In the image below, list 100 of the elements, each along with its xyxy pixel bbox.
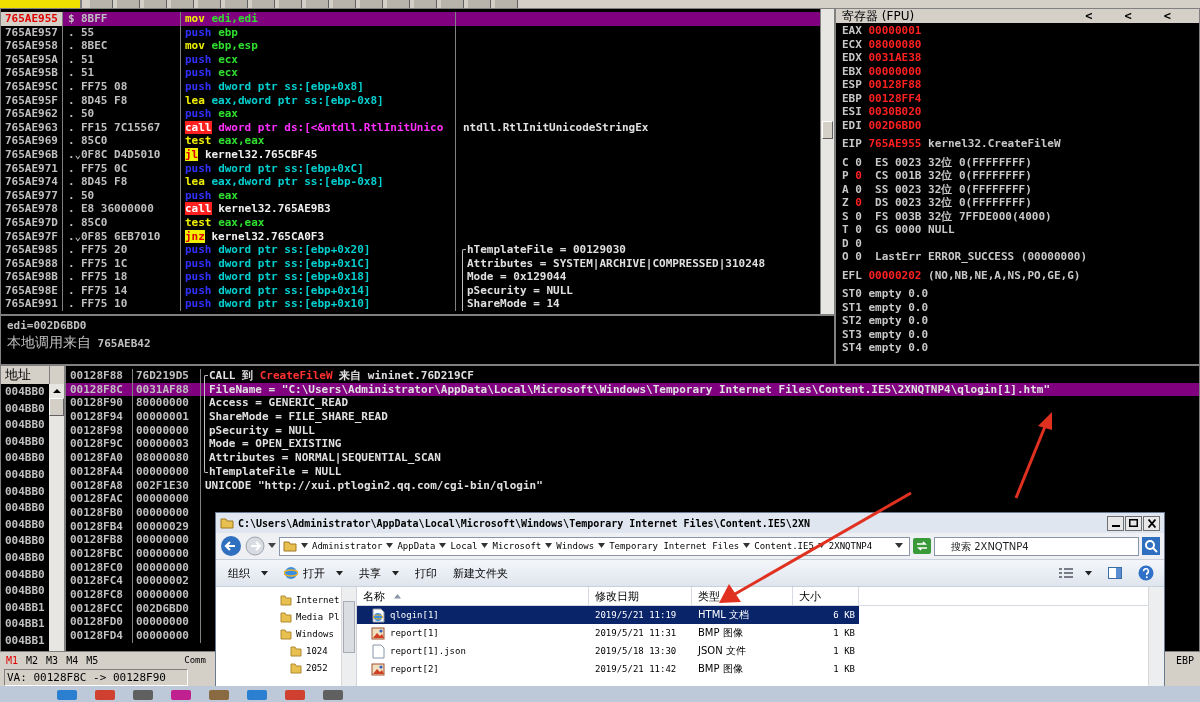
disassembly-row[interactable]: 765AE957 . 55 push ebp [1,25,820,40]
disassembly-row[interactable]: 765AE97F .⌄0F85 6EB7010 jnz kernel32.765CA0F3 [1,229,820,244]
toolbar-button[interactable]: 打印 [415,565,437,581]
file-row[interactable]: qlogin[1] 2019/5/21 11:19 HTML 文档 6 KB [357,606,859,624]
disassembly-row[interactable]: 765AE962 . 50 push eax [1,107,820,121]
address-text: 004BB0 [4,483,46,500]
search-field[interactable]: 搜索 2XNQTNP4 [934,536,1139,556]
stack-row[interactable]: 00128F88 76D219D5 CALL 到 CreateFileW 来自 wininet.76D219CF [66,369,1199,383]
stack-row[interactable]: 00128F98 00000000 pSecurity = NULL [66,423,1199,438]
memory-tab[interactable]: M5 [86,654,99,666]
disassembly-row[interactable]: 765AE958 . 8BEC mov ebp,esp [1,39,820,53]
type-text: HTML 文档 [697,608,750,622]
collapse-button[interactable]: < [1079,9,1099,23]
breadcrumb-item[interactable]: Administrator [312,541,383,551]
toolbar-button[interactable]: 新建文件夹 [453,565,508,581]
address-text: 765AE96B [1,147,63,162]
hex-text: FF75 18 [81,270,181,284]
collapse-button[interactable]: < [1118,9,1138,23]
disassembly-row[interactable]: 765AE95B . 51 push ecx [1,66,820,80]
stack-row[interactable]: 00128F9C 00000003 Mode = OPEN_EXISTING [66,437,1199,452]
tree-item[interactable]: Media Pl [280,608,341,625]
breadcrumb-item[interactable]: AppData [397,541,436,551]
breadcrumb-item[interactable]: Windows [556,541,595,551]
stack-row[interactable]: 00128FC4 00000002 [66,574,202,588]
toolbar-button[interactable]: 共享 [359,565,399,581]
breadcrumb-item[interactable]: Local [450,541,478,551]
disassembly-row[interactable]: 765AE969 . 85C0 test eax,eax [1,134,820,148]
tree-item[interactable]: Internet [280,591,341,608]
scrollbar[interactable] [820,9,834,314]
maximize-button[interactable] [1125,515,1142,531]
stack-row[interactable]: 00128FA4 00000000 hTemplateFile = NULL [66,464,1199,479]
stack-row[interactable]: 00128F90 80000000 Access = GENERIC_READ [66,396,1199,411]
disassembly-row[interactable]: 765AE95F . 8D45 F8 lea eax,dword ptr ss:[ebp-0x8] [1,93,820,108]
breadcrumb-item[interactable]: 2XNQTNP4 [828,541,873,551]
minimize-button[interactable] [1107,515,1124,531]
view-button[interactable] [1058,567,1092,579]
stack-row[interactable]: 00128FBC 00000000 [66,546,202,561]
disassembly-row[interactable]: 765AE96B .⌄0F8C D4D5010 jl kernel32.765CBF45 [1,147,820,162]
file-row[interactable]: report[1] 2019/5/21 11:31 BMP 图像 1 KB [357,624,859,642]
collapse-button[interactable]: < [1157,9,1177,23]
taskbar-icon [284,688,306,700]
search-button[interactable] [1142,537,1160,555]
column-header[interactable]: 大小 [793,587,859,605]
back-button[interactable] [220,535,242,557]
file-icon [371,607,386,623]
stack-row[interactable]: 00128FB0 00000000 [66,505,202,520]
stack-row[interactable]: 00128F8C 0031AF88 FileName = "C:\Users\Administrator\AppData\Local\Microsoft\Windows\Temporary Internet Files\Content.IE5\2XNQTNP4\qlogin[1].htm" [66,382,1199,397]
disassembly-row[interactable]: 765AE963 . FF15 7C15567 call dword ptr ds:[<&ntdll.RtlInitUnico ntdll.RtlInitUnicodeStringEx [1,120,820,135]
disassembly-row[interactable]: 765AE95A . 51 push ecx [1,52,820,67]
column-header[interactable]: 名称 [357,587,589,605]
breadcrumb-item[interactable]: Microsoft [492,541,542,551]
caret-icon [1085,570,1092,576]
stack-row[interactable]: 00128FA8 002F1E30 UNICODE "http://xui.ptlogin2.qq.com/cgi-bin/qlogin" [66,478,1199,493]
tree-item[interactable]: 2052 [280,659,341,676]
stack-row[interactable]: 00128FCC 002D6BD0 [66,601,202,616]
address-text: 765AE978 [1,202,63,216]
tree-item[interactable]: 1024 [280,642,341,659]
stack-row[interactable]: 00128FC8 00000000 [66,588,202,602]
disassembly-row[interactable]: 765AE97D . 85C0 test eax,eax [1,215,820,230]
chevron-icon [439,543,447,549]
preview-pane-button[interactable] [1108,567,1122,579]
toolbar-button[interactable]: 打开 [284,565,343,581]
disassembly-row[interactable]: 765AE978 . E8 36000000 call kernel32.765AE9B3 [1,202,820,216]
memory-tab[interactable]: M4 [66,654,79,666]
close-button[interactable] [1143,515,1160,531]
stack-row[interactable]: 00128FD4 00000000 [66,629,202,643]
refresh-button[interactable] [913,538,931,554]
flag-text: P 0 CS 001B 32位 0(FFFFFFFF) [842,169,1032,183]
disassembly-row[interactable]: 765AE971 . FF75 0C push dword ptr ss:[ebp+0xC] [1,161,820,176]
tree-item[interactable]: Windows [280,625,341,642]
disassembly-row[interactable]: 765AE974 . 8D45 F8 lea eax,dword ptr ss:[ebp-0x8] [1,175,820,189]
stack-row[interactable]: 00128FAC 00000000 [66,492,202,506]
disassembly-row[interactable]: 765AE98B . FF75 18 push dword ptr ss:[ebp+0x18] Mode = 0x129044 [1,270,820,284]
disassembly-row[interactable]: 765AE98E . FF75 14 push dword ptr ss:[ebp+0x14] pSecurity = NULL [1,283,820,298]
address-field[interactable]: Administrator AppData Local Microsoft Windows Temporary Internet Files Content.IE5 2XNQTNP4 [279,536,910,556]
stack-row[interactable]: 00128FB8 00000000 [66,533,202,547]
address-text: 00128FC8 [66,588,133,602]
stack-row[interactable]: 00128FC0 00000000 [66,560,202,575]
instruction-text: mov edi,edi [181,12,456,26]
stack-row[interactable]: 00128F94 00000001 ShareMode = FILE_SHARE_READ [66,410,1199,424]
help-button[interactable] [1138,565,1154,581]
toolbar-button[interactable]: 组织 [228,565,268,581]
breadcrumb-item[interactable]: Temporary Internet Files [609,541,740,551]
memory-tab[interactable]: M3 [46,654,59,666]
disassembly-row[interactable]: 765AE955 $ 8BFF mov edi,edi [1,12,820,26]
stack-row[interactable]: 00128FA0 08000080 Attributes = NORMAL|SEQUENTIAL_SCAN [66,451,1199,465]
register-text: ECX 08000080 [842,37,922,51]
breadcrumb-item[interactable]: Content.IE5 [754,541,814,551]
disassembly-row[interactable]: 765AE988 . FF75 1C push dword ptr ss:[ebp+0x1C] Attributes = SYSTEM|ARCHIVE|COMPRESSED|310248 [1,256,820,271]
file-row[interactable]: report[1].json 2019/5/18 13:30 JSON 文件 1 KB [357,642,859,660]
disassembly-row[interactable]: 765AE95C . FF75 08 push dword ptr ss:[ebp+0x8] [1,79,820,94]
column-header[interactable]: 修改日期 [589,587,692,605]
stack-row[interactable]: 00128FD0 00000000 [66,615,202,630]
stack-row[interactable]: 00128FB4 00000029 [66,519,202,534]
scrollbar[interactable] [49,384,64,651]
file-row[interactable]: report[2] 2019/5/21 11:42 BMP 图像 1 KB [357,660,859,678]
flag-text: D 0 [842,236,862,250]
disassembly-row[interactable]: 765AE985 . FF75 20 push dword ptr ss:[ebp+0x20] hTemplateFile = 00129030 [1,243,820,257]
disassembly-row[interactable]: 765AE991 . FF75 10 push dword ptr ss:[ebp+0x10] ShareMode = 14 [1,297,820,312]
memory-tab[interactable]: M2 [26,654,39,666]
